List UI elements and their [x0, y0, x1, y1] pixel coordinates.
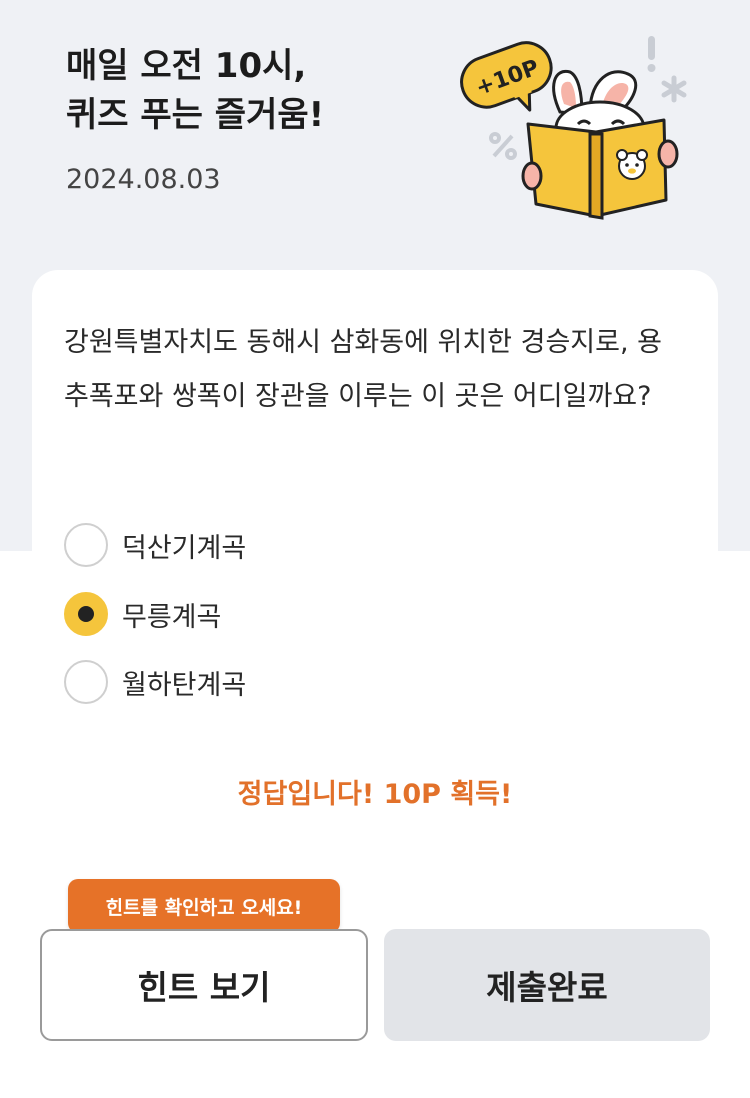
bear-emblem-icon — [616, 149, 648, 180]
title-line-1: 매일 오전 10시, — [66, 46, 307, 86]
question-text: 강원특별자치도 동해시 삼화동에 위치한 경승지로, 용추폭포와 쌍폭이 장관을… — [64, 327, 662, 412]
book-icon — [521, 118, 679, 220]
option-1[interactable]: 덕산기계곡 — [64, 521, 246, 569]
title-line-2: 퀴즈 푸는 즐거움! — [66, 95, 325, 135]
result-message: 정답입니다! 10P 획득! — [237, 779, 513, 810]
hint-button[interactable]: 힌트 보기 — [40, 929, 368, 1041]
exclamation-icon — [647, 36, 656, 72]
radio-button[interactable] — [64, 660, 108, 704]
asterisk-icon — [661, 75, 687, 103]
quiz-illustration: +10P — [460, 36, 687, 220]
option-2[interactable]: 무릉계곡 — [64, 590, 221, 638]
option-label: 덕산기계곡 — [122, 532, 247, 564]
radio-button-selected[interactable] — [64, 592, 108, 636]
submit-button[interactable]: 제출완료 — [384, 929, 710, 1041]
points-badge: +10P — [460, 41, 553, 112]
quiz-date: 2024.08.03 — [66, 164, 221, 195]
option-3[interactable]: 월하탄계곡 — [64, 658, 246, 706]
page-title: 매일 오전 10시, 퀴즈 푸는 즐거움! — [66, 42, 324, 140]
radio-button[interactable] — [64, 523, 108, 567]
option-label: 월하탄계곡 — [122, 669, 247, 701]
option-label: 무릉계곡 — [122, 601, 222, 633]
radio-dot — [78, 606, 94, 622]
percent-icon — [489, 132, 517, 160]
hint-tooltip: 힌트를 확인하고 오세요! — [68, 879, 340, 933]
